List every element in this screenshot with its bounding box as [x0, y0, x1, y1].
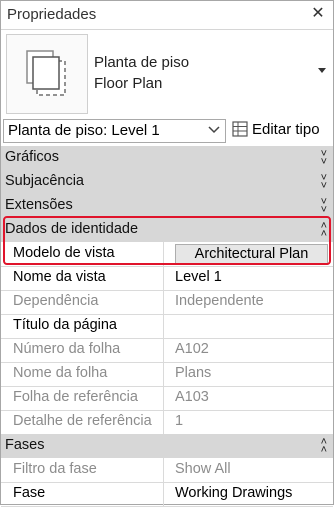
section-fases[interactable]: Fases ˄ ˄ — [1, 434, 333, 459]
properties-palette: Propriedades ✕ Planta de piso Floor Plan… — [0, 0, 334, 507]
property-name: Dependência — [13, 293, 99, 309]
property-value: Independente — [175, 293, 264, 309]
section-label: Fases — [5, 437, 45, 453]
instance-selector-row: Planta de piso: Level 1 Editar tipo — [1, 117, 333, 145]
property-name: Modelo de vista — [13, 245, 115, 261]
palette-title: Propriedades — [7, 6, 97, 23]
section-subjacencia[interactable]: Subjacência ˅ ˅ — [1, 170, 333, 195]
property-row-dependencia: Dependência Independente — [1, 290, 333, 315]
phase-field[interactable]: Working Drawings — [175, 485, 292, 501]
section-extensoes[interactable]: Extensões ˅ ˅ — [1, 194, 333, 219]
expand-icon[interactable]: ˅ ˅ — [321, 197, 327, 216]
property-value: Plans — [175, 365, 212, 381]
property-row-nome-da-folha: Nome da folha Plans — [1, 362, 333, 387]
property-row-modelo-de-vista: Modelo de vista Architectural Plan — [1, 242, 333, 267]
collapse-icon[interactable]: ˄ ˄ — [321, 221, 327, 240]
instance-filter-value: Planta de piso: Level 1 — [8, 122, 160, 139]
chevron-down-icon — [208, 126, 220, 134]
property-name: Nome da vista — [13, 269, 106, 285]
property-name: Filtro da fase — [13, 461, 97, 477]
property-row-detalhe-de-referencia: Detalhe de referência 1 — [1, 410, 333, 435]
collapse-icon[interactable]: ˄ ˄ — [321, 437, 327, 456]
section-graficos[interactable]: Gráficos ˅ ˅ — [1, 146, 333, 171]
property-value: 1 — [175, 413, 184, 429]
expand-icon[interactable]: ˅ ˅ — [321, 173, 327, 192]
view-template-button[interactable]: Architectural Plan — [175, 244, 328, 265]
property-row-numero-da-folha: Número da folha A102 — [1, 338, 333, 363]
property-row-fase[interactable]: Fase Working Drawings — [1, 482, 333, 507]
type-selector[interactable]: Planta de piso Floor Plan — [1, 30, 333, 114]
property-name: Número da folha — [13, 341, 121, 357]
property-row-filtro-da-fase: Filtro da fase Show All — [1, 458, 333, 483]
section-label: Subjacência — [5, 173, 84, 189]
title-bar: Propriedades ✕ — [1, 1, 333, 30]
property-name: Nome da folha — [13, 365, 108, 381]
instance-filter-dropdown[interactable]: Planta de piso: Level 1 — [3, 119, 226, 143]
property-name: Detalhe de referência — [13, 413, 152, 429]
section-label: Gráficos — [5, 149, 59, 165]
type-name: Planta de piso Floor Plan — [94, 52, 189, 94]
property-value: Show All — [175, 461, 231, 477]
section-label: Extensões — [5, 197, 73, 213]
edit-type-icon — [232, 121, 248, 137]
property-value: A103 — [175, 389, 209, 405]
type-name-label: Floor Plan — [94, 75, 163, 92]
chevron-down-icon[interactable] — [316, 64, 328, 76]
property-row-nome-da-vista[interactable]: Nome da vista Level 1 — [1, 266, 333, 291]
edit-type-label: Editar tipo — [252, 121, 320, 138]
view-name-field[interactable]: Level 1 — [175, 269, 222, 285]
type-family-label: Planta de piso — [94, 54, 190, 71]
floor-plan-view-icon — [6, 34, 88, 114]
section-identidade[interactable]: Dados de identidade ˄ ˄ — [1, 218, 333, 243]
property-name: Título da página — [13, 317, 117, 333]
property-name: Fase — [13, 485, 46, 501]
expand-icon[interactable]: ˅ ˅ — [321, 149, 327, 168]
close-icon[interactable]: ✕ — [309, 5, 327, 23]
section-label: Dados de identidade — [5, 221, 139, 237]
property-row-titulo-da-pagina[interactable]: Título da página — [1, 314, 333, 339]
property-row-folha-de-referencia: Folha de referência A103 — [1, 386, 333, 411]
property-value: A102 — [175, 341, 209, 357]
property-name: Folha de referência — [13, 389, 138, 405]
